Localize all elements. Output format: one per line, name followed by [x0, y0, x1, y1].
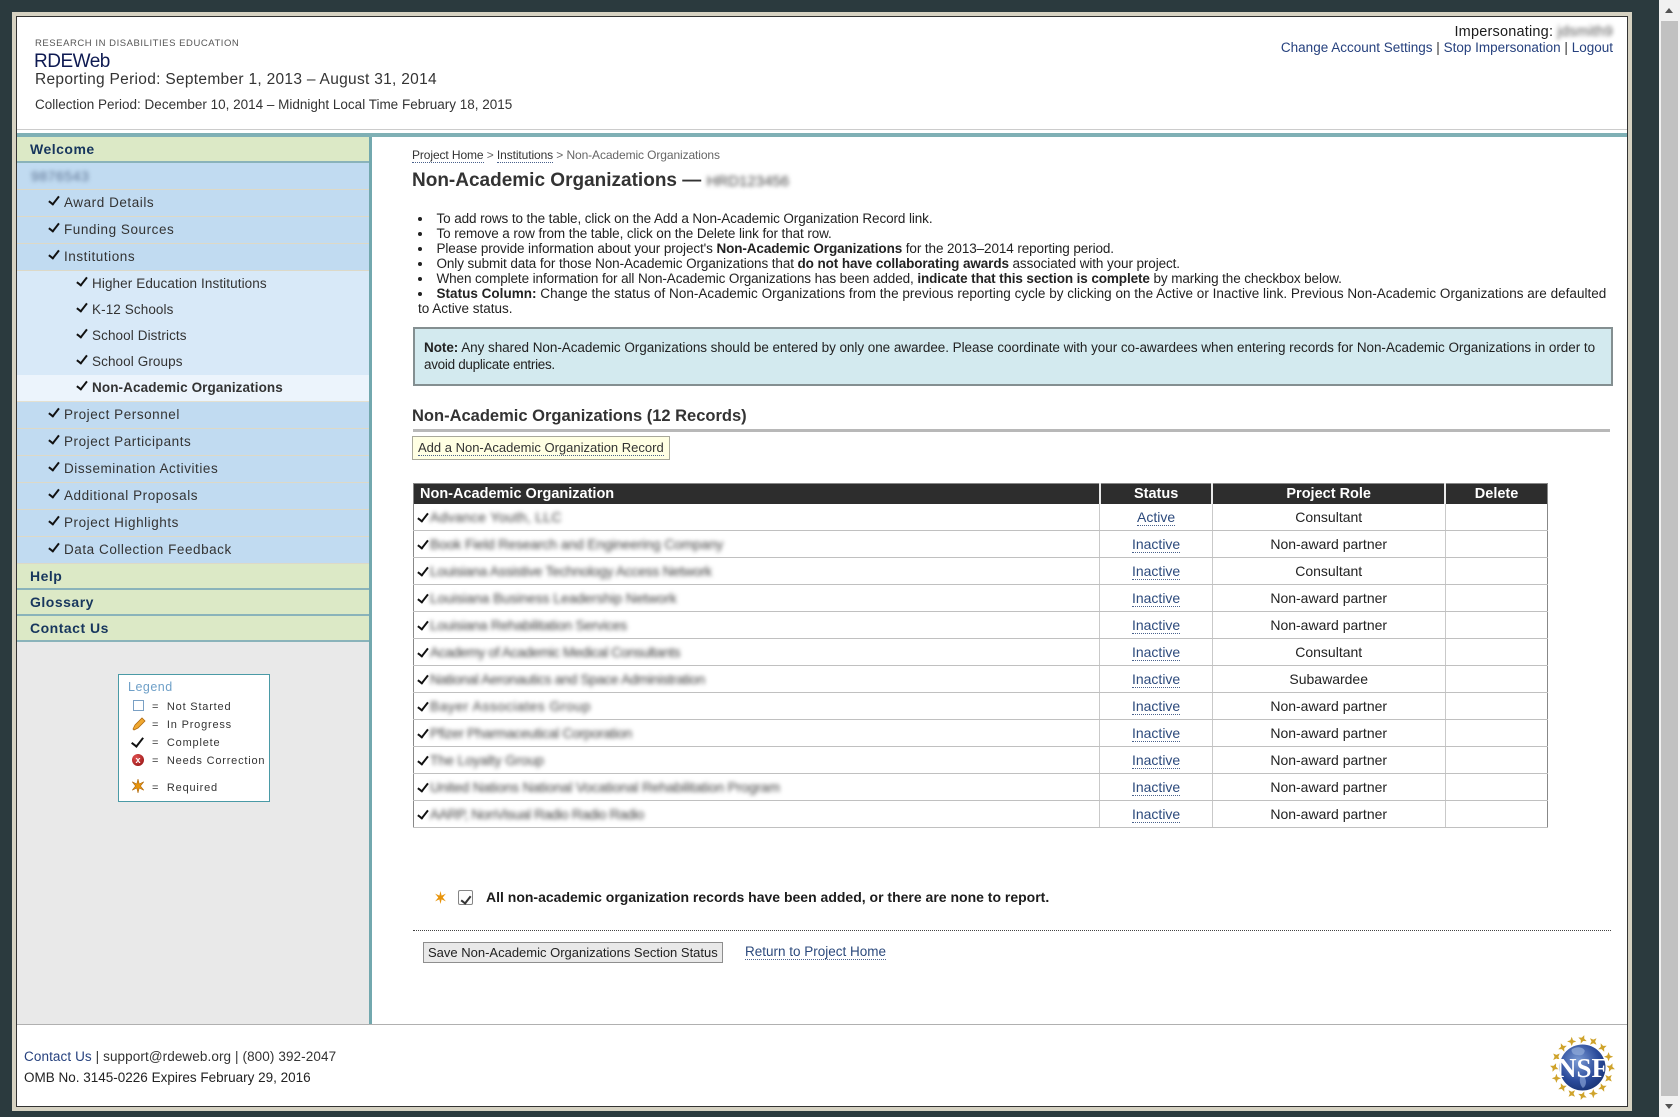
svg-text:NSF: NSF — [1557, 1053, 1608, 1083]
